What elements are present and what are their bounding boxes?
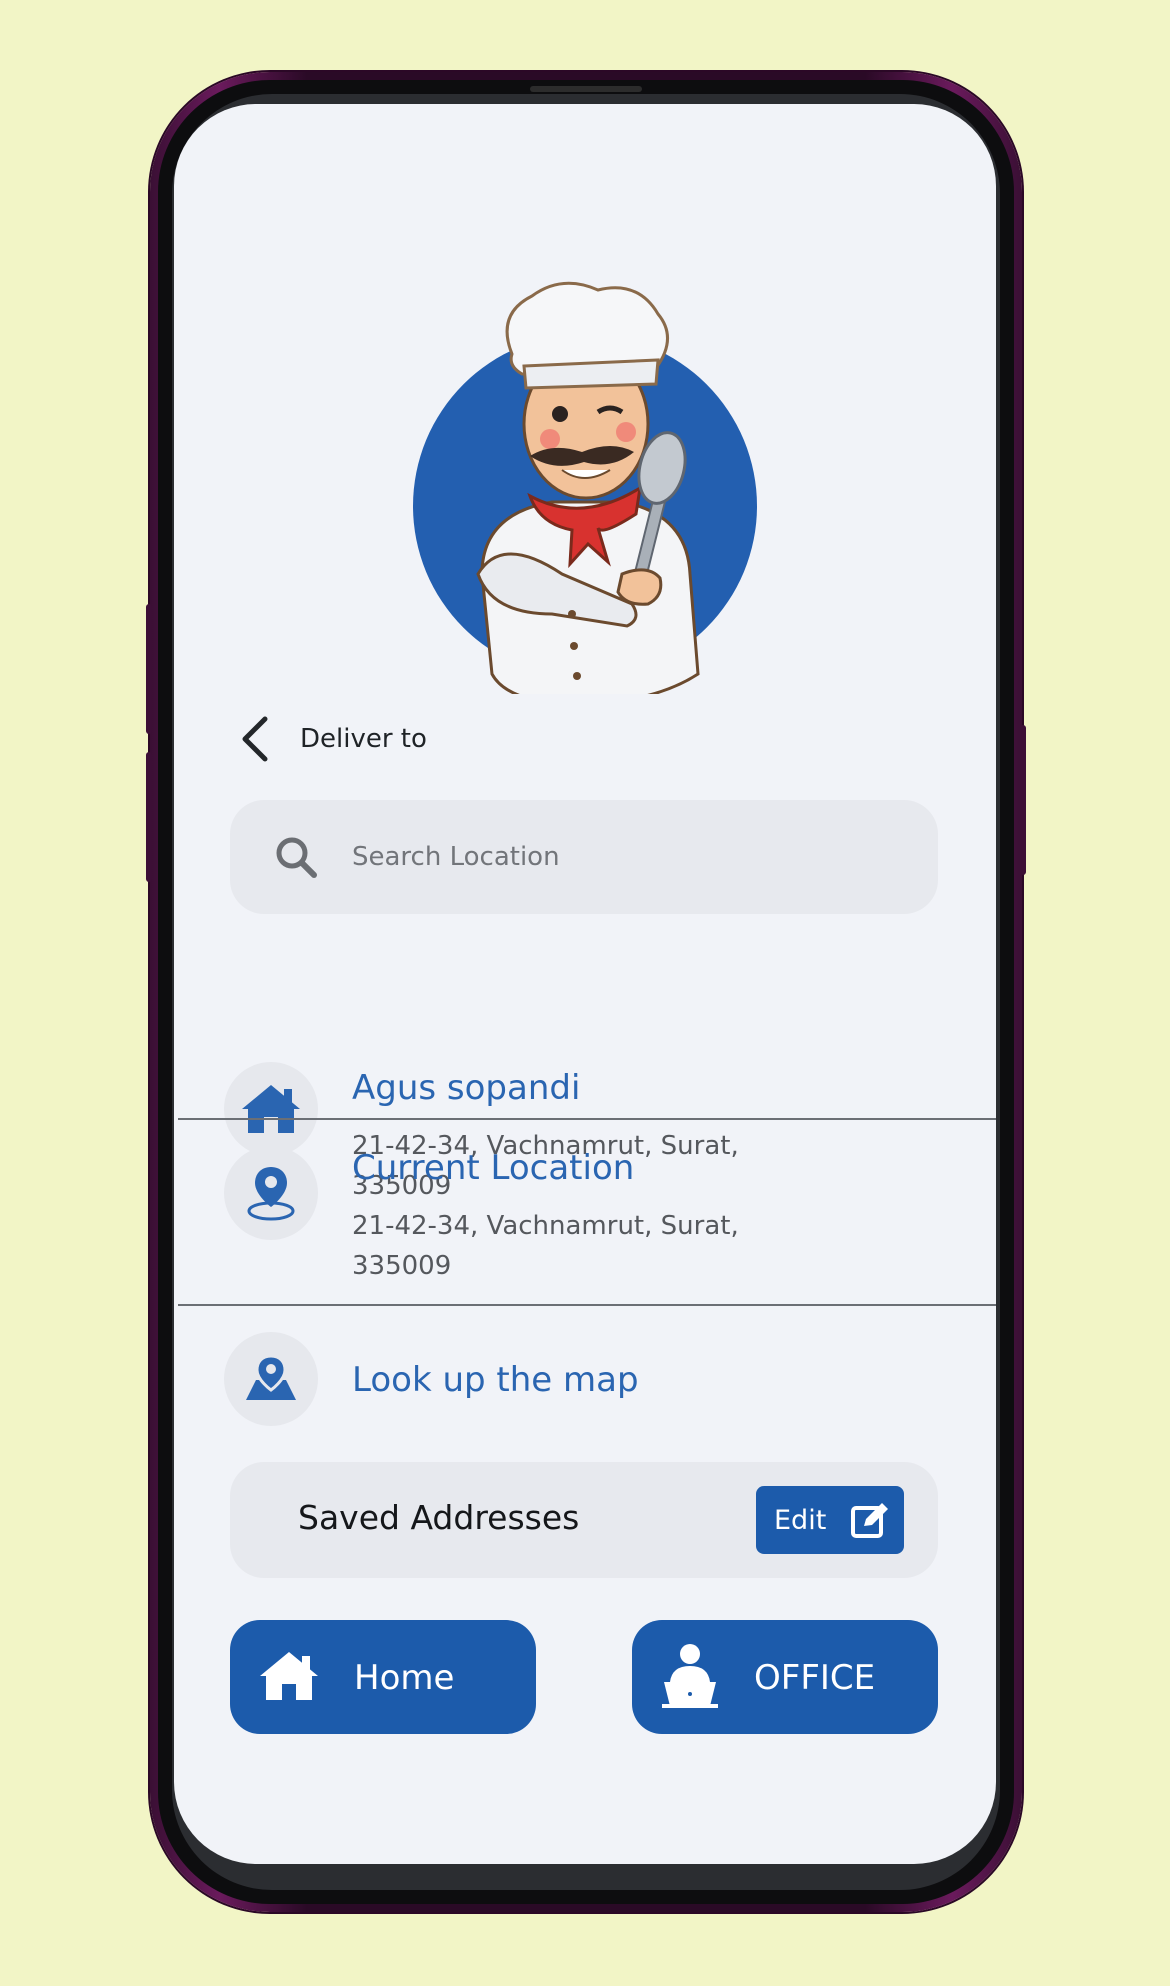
map-pin-icon (246, 1354, 296, 1400)
address-line2: 335009 (352, 1251, 452, 1281)
address-title: Current Location (352, 1148, 635, 1188)
volume-down-button (146, 752, 152, 882)
map-link-label: Look up the map (352, 1360, 639, 1400)
search-icon (276, 837, 317, 878)
edit-button-label: Edit (774, 1504, 827, 1536)
home-button[interactable]: Home (230, 1620, 536, 1734)
address-title: Agus sopandi (352, 1068, 581, 1108)
office-button-label: OFFICE (754, 1658, 876, 1698)
edit-button[interactable]: Edit (756, 1486, 904, 1554)
office-worker-icon (662, 1644, 718, 1708)
home-icon (260, 1652, 318, 1700)
app-screen: Deliver to Agus sopandi 21-42-34, Vachna… (174, 104, 996, 1864)
edit-icon (851, 1503, 888, 1538)
search-input[interactable] (350, 841, 874, 873)
power-button (1020, 725, 1026, 875)
page-title: Deliver to (300, 724, 427, 754)
saved-addresses-label: Saved Addresses (298, 1498, 580, 1537)
look-up-map-item[interactable]: Look up the map (174, 1328, 996, 1438)
row-icon-container (224, 1146, 318, 1240)
address-line1: 21-42-34, Vachnamrut, Surat, (352, 1211, 739, 1241)
volume-up-button (146, 604, 152, 734)
earpiece-speaker (530, 86, 642, 92)
search-bar[interactable] (230, 800, 938, 914)
list-divider (178, 1304, 996, 1306)
address-item-current-location[interactable]: Current Location 21-42-34, Vachnamrut, S… (174, 1120, 996, 1300)
row-icon-container (224, 1332, 318, 1426)
saved-addresses-panel: Saved Addresses Edit (230, 1462, 938, 1578)
header: Deliver to (234, 709, 427, 769)
home-button-label: Home (354, 1658, 455, 1698)
office-button[interactable]: OFFICE (632, 1620, 938, 1734)
location-pin-icon (247, 1167, 295, 1221)
back-arrow-icon[interactable] (234, 709, 274, 769)
chef-mascot-avatar (413, 281, 757, 694)
